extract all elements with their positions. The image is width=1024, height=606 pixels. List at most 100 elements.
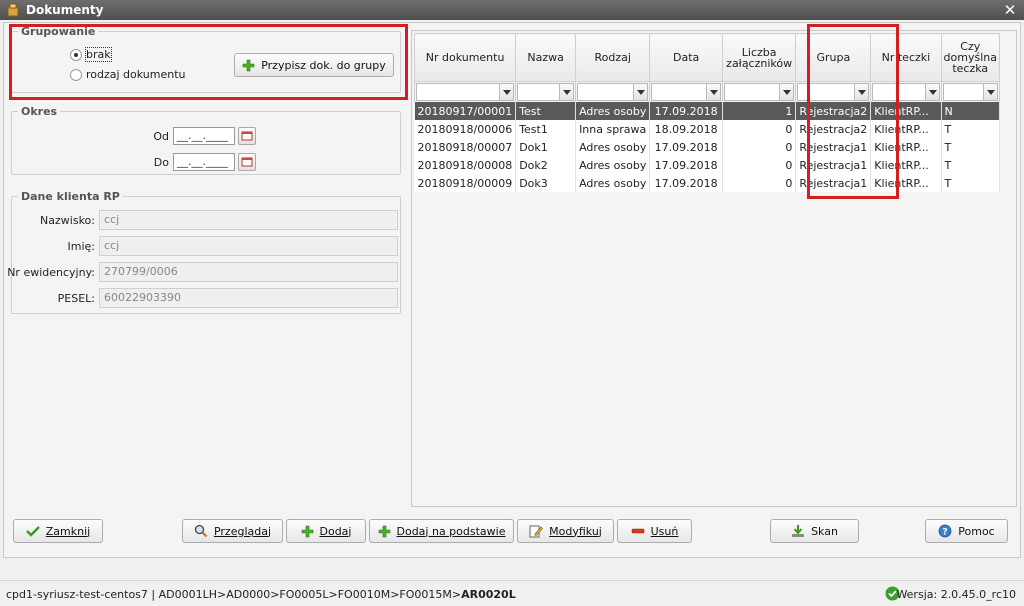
cell-date[interactable]: 17.09.2018 (649, 174, 723, 192)
add-based-button[interactable]: Dodaj na podstawie (369, 519, 514, 543)
cell-type[interactable]: Adres osoby (575, 102, 651, 120)
table-row[interactable]: 20180917/00001 Test Adres osoby 17.09.2018 1… (414, 102, 1016, 120)
cell-name[interactable]: Dok3 (515, 174, 577, 192)
filter-folder-number[interactable] (872, 83, 940, 101)
cell-group[interactable]: Rejestracja1 (795, 174, 872, 192)
radio-none[interactable]: brak (70, 47, 112, 62)
cell-group[interactable]: Rejestracja1 (795, 138, 872, 156)
col-header-folder-number[interactable]: Nr teczki (870, 33, 942, 82)
period-legend: Okres (21, 105, 58, 118)
col-header-attachments[interactable]: Liczba załączników (721, 33, 797, 82)
cell-folder-number[interactable]: KlientRP... (870, 120, 942, 138)
cell-name[interactable]: Test1 (515, 120, 577, 138)
cell-group[interactable]: Rejestracja1 (795, 156, 872, 174)
cell-doc-number[interactable]: 20180917/00001 (414, 102, 517, 120)
cell-default-folder[interactable]: N (941, 102, 1000, 120)
date-to-input[interactable]: __.__.____ (173, 153, 235, 171)
filter-group[interactable] (797, 83, 870, 101)
cell-folder-number[interactable]: KlientRP... (870, 138, 942, 156)
svg-text:?: ? (943, 528, 948, 538)
minus-icon (631, 528, 644, 534)
chevron-down-icon[interactable] (854, 84, 869, 100)
table-row[interactable]: 20180918/00008 Dok2 Adres osoby 17.09.2018 0… (414, 156, 1016, 174)
cell-date[interactable]: 17.09.2018 (649, 138, 723, 156)
cell-attachments[interactable]: 0 (722, 156, 797, 174)
documents-table: Nr dokumentu Nazwa Rodzaj Data Liczba za… (413, 33, 1016, 192)
table-row[interactable]: 20180918/00006 Test1 Inna sprawa 18.09.2018… (414, 120, 1016, 138)
cell-name[interactable]: Dok1 (515, 138, 577, 156)
cell-type[interactable]: Adres osoby (575, 174, 651, 192)
cell-type[interactable]: Inna sprawa (575, 120, 651, 138)
col-header-group[interactable]: Grupa (795, 33, 872, 82)
cell-group[interactable]: Rejestracja2 (795, 120, 872, 138)
filter-name[interactable] (517, 83, 575, 101)
col-header-default-folder[interactable]: Czy domyślna teczka (940, 33, 1000, 82)
delete-button[interactable]: Usuń (617, 519, 692, 543)
cell-name[interactable]: Test (515, 102, 577, 120)
cell-type[interactable]: Adres osoby (575, 156, 651, 174)
col-header-date[interactable]: Data (649, 33, 723, 82)
cell-folder-number[interactable]: KlientRP... (870, 156, 942, 174)
cell-doc-number[interactable]: 20180918/00009 (414, 174, 517, 192)
col-header-name[interactable]: Nazwa (515, 33, 577, 82)
radio-doc-type[interactable]: rodzaj dokumentu (70, 68, 186, 81)
cell-name[interactable]: Dok2 (515, 156, 577, 174)
calendar-icon[interactable] (238, 153, 256, 171)
pesel-label: PESEL: (57, 292, 95, 305)
col-header-type[interactable]: Rodzaj (575, 33, 651, 82)
assign-group-button[interactable]: Przypisz dok. do grupy (234, 53, 394, 77)
chevron-down-icon[interactable] (779, 84, 794, 100)
cell-default-folder[interactable]: T (941, 174, 1000, 192)
cell-attachments[interactable]: 1 (722, 102, 797, 120)
scan-icon (792, 525, 805, 537)
chevron-down-icon[interactable] (924, 84, 939, 100)
cell-attachments[interactable]: 0 (722, 138, 797, 156)
modify-button-label: Modyfikuj (549, 524, 602, 538)
filter-attachments[interactable] (723, 83, 795, 101)
table-row[interactable]: 20180918/00007 Dok1 Adres osoby 17.09.2018 0… (414, 138, 1016, 156)
help-button[interactable]: ? Pomoc (925, 519, 1008, 543)
cell-folder-number[interactable]: KlientRP... (870, 102, 942, 120)
chevron-down-icon[interactable] (499, 84, 514, 100)
cell-default-folder[interactable]: T (941, 138, 1000, 156)
radio-none-label[interactable]: brak (85, 47, 112, 62)
date-from-input[interactable]: __.__.____ (173, 127, 235, 145)
cell-doc-number[interactable]: 20180918/00006 (414, 120, 517, 138)
col-header-doc-number[interactable]: Nr dokumentu (413, 33, 517, 82)
close-button[interactable]: Zamknij (13, 519, 103, 543)
radio-doc-type-label[interactable]: rodzaj dokumentu (86, 68, 186, 81)
radio-doc-type-indicator[interactable] (70, 68, 82, 81)
cell-date[interactable]: 18.09.2018 (649, 120, 723, 138)
filter-date[interactable] (651, 83, 721, 101)
cell-default-folder[interactable]: T (941, 156, 1000, 174)
filter-default-folder[interactable] (942, 83, 998, 101)
cell-default-folder[interactable]: T (941, 120, 1000, 138)
chevron-down-icon[interactable] (559, 84, 574, 100)
cell-attachments[interactable]: 0 (722, 120, 797, 138)
cell-attachments[interactable]: 0 (722, 174, 797, 192)
table-row[interactable]: 20180918/00009 Dok3 Adres osoby 17.09.2018 0… (414, 174, 1016, 192)
filter-doc-number[interactable] (416, 83, 515, 101)
documents-grid: Nr dokumentu Nazwa Rodzaj Data Liczba za… (411, 24, 1017, 507)
cell-date[interactable]: 17.09.2018 (649, 156, 723, 174)
cell-doc-number[interactable]: 20180918/00007 (414, 138, 517, 156)
close-icon[interactable]: ✕ (1002, 1, 1018, 19)
scan-button[interactable]: Skan (770, 519, 859, 543)
add-button[interactable]: Dodaj (286, 519, 366, 543)
cell-doc-number[interactable]: 20180918/00008 (414, 156, 517, 174)
browse-button[interactable]: Przeglądaj (182, 519, 283, 543)
chevron-down-icon[interactable] (705, 84, 720, 100)
chevron-down-icon[interactable] (982, 84, 997, 100)
calendar-icon[interactable] (238, 127, 256, 145)
radio-none-indicator[interactable] (70, 48, 82, 61)
cell-type[interactable]: Adres osoby (575, 138, 651, 156)
delete-button-label: Usuń (650, 524, 679, 538)
chevron-down-icon[interactable] (633, 84, 648, 100)
modify-button[interactable]: Modyfikuj (517, 519, 614, 543)
cell-group[interactable]: Rejestracja2 (795, 102, 872, 120)
check-icon (25, 526, 40, 537)
add-based-button-label: Dodaj na podstawie (396, 524, 506, 538)
filter-type[interactable] (577, 83, 649, 101)
cell-folder-number[interactable]: KlientRP... (870, 174, 942, 192)
cell-date[interactable]: 17.09.2018 (649, 102, 723, 120)
